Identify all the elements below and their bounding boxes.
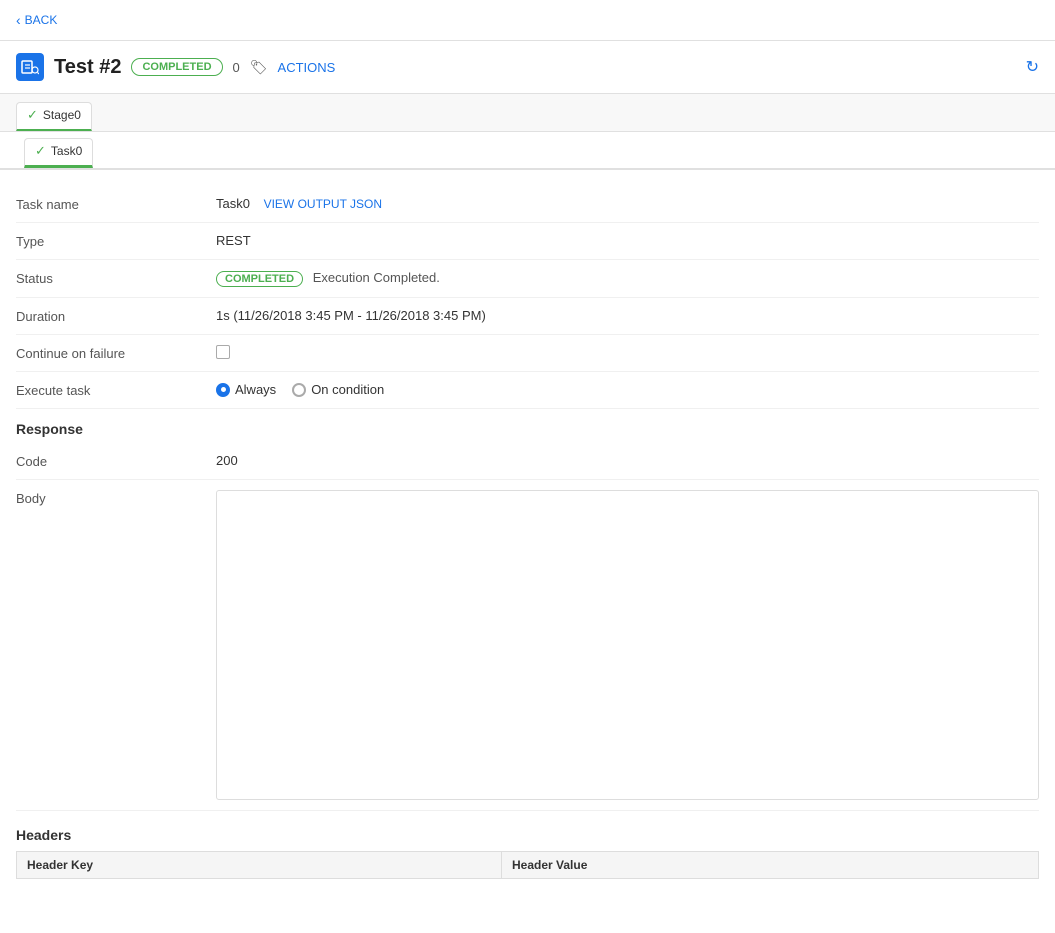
execute-task-row: Execute task Always On condition <box>16 372 1039 409</box>
task-name-value: Task0 VIEW OUTPUT JSON <box>216 196 1039 211</box>
duration-row: Duration 1s (11/26/2018 3:45 PM - 11/26/… <box>16 298 1039 335</box>
radio-always-filled <box>216 383 230 397</box>
execute-always-label: Always <box>235 382 276 397</box>
radio-condition-empty <box>292 383 306 397</box>
view-output-link[interactable]: VIEW OUTPUT JSON <box>264 197 382 211</box>
type-value: REST <box>216 233 1039 248</box>
task-tab-label: Task0 <box>51 144 82 158</box>
status-badge: COMPLETED <box>131 58 222 76</box>
back-label: BACK <box>25 13 58 27</box>
task-name-text: Task0 <box>216 196 250 211</box>
duration-value: 1s (11/26/2018 3:45 PM - 11/26/2018 3:45… <box>216 308 1039 323</box>
body-row: Body <box>16 480 1039 811</box>
stage-tab-label: Stage0 <box>43 108 81 122</box>
status-label: Status <box>16 270 216 286</box>
header: Test #2 COMPLETED 0 🏷 ACTIONS ↻ <box>0 41 1055 94</box>
execute-task-value: Always On condition <box>216 382 1039 397</box>
type-label: Type <box>16 233 216 249</box>
stage-tab-stage0[interactable]: ✓ Stage0 <box>16 102 92 131</box>
execute-task-label: Execute task <box>16 382 216 398</box>
headers-title: Headers <box>16 827 1039 843</box>
response-section-title: Response <box>16 409 1039 443</box>
continue-failure-value <box>216 345 1039 359</box>
col-header-key: Header Key <box>17 852 502 879</box>
back-arrow-icon: ‹ <box>16 12 21 28</box>
continue-failure-checkbox[interactable] <box>216 345 230 359</box>
code-value: 200 <box>216 453 1039 468</box>
circle-count: 0 <box>233 60 240 75</box>
status-value: COMPLETED Execution Completed. <box>216 270 1039 287</box>
task-name-row: Task name Task0 VIEW OUTPUT JSON <box>16 186 1039 223</box>
continue-failure-row: Continue on failure <box>16 335 1039 372</box>
task-tab-task0[interactable]: ✓ Task0 <box>24 138 93 168</box>
top-bar: ‹ BACK <box>0 0 1055 41</box>
code-row: Code 200 <box>16 443 1039 480</box>
page-title: Test #2 <box>54 56 121 79</box>
body-value-container <box>216 490 1039 800</box>
headers-section: Headers Header Key Header Value <box>16 827 1039 879</box>
refresh-icon[interactable]: ↻ <box>1026 57 1039 77</box>
type-row: Type REST <box>16 223 1039 260</box>
back-link[interactable]: ‹ BACK <box>16 12 57 28</box>
col-header-value: Header Value <box>502 852 1039 879</box>
duration-label: Duration <box>16 308 216 324</box>
continue-failure-label: Continue on failure <box>16 345 216 361</box>
content-area: Task name Task0 VIEW OUTPUT JSON Type RE… <box>0 170 1055 895</box>
tag-icon: 🏷 <box>250 59 268 76</box>
headers-table: Header Key Header Value <box>16 851 1039 879</box>
task-tabs-container: ✓ Task0 <box>0 132 1055 170</box>
stage-tabs-container: ✓ Stage0 <box>0 94 1055 132</box>
stage-check-icon: ✓ <box>27 107 38 123</box>
task-check-icon: ✓ <box>35 143 46 159</box>
execution-text: Execution Completed. <box>313 270 440 285</box>
status-row: Status COMPLETED Execution Completed. <box>16 260 1039 298</box>
code-label: Code <box>16 453 216 469</box>
task-name-label: Task name <box>16 196 216 212</box>
execute-condition-radio[interactable]: On condition <box>292 382 384 397</box>
body-label: Body <box>16 490 216 506</box>
status-badge-inline: COMPLETED <box>216 271 303 287</box>
actions-button[interactable]: ACTIONS <box>278 60 336 75</box>
body-textarea[interactable] <box>216 490 1039 800</box>
test-icon <box>16 53 44 81</box>
execute-always-radio[interactable]: Always <box>216 382 276 397</box>
execute-condition-label: On condition <box>311 382 384 397</box>
